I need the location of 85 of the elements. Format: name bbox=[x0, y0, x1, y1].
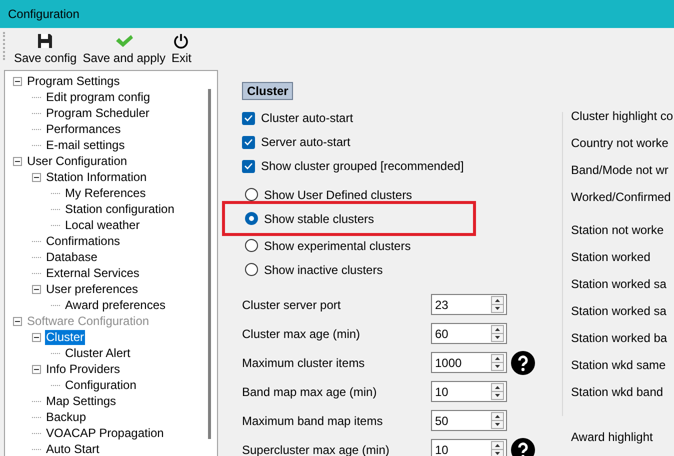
tree-item[interactable]: Auto Start bbox=[45, 442, 100, 456]
number-field[interactable]: 23 bbox=[431, 294, 507, 315]
number-field[interactable]: 10 bbox=[431, 381, 507, 402]
tree-item[interactable]: Backup bbox=[45, 410, 88, 424]
collapse-icon[interactable] bbox=[32, 284, 41, 294]
tree-item[interactable]: Award preferences bbox=[64, 298, 166, 312]
field-label: Cluster max age (min) bbox=[242, 326, 362, 340]
highlight-label: Worked/Confirmed bbox=[571, 190, 672, 204]
number-field[interactable]: 60 bbox=[431, 323, 507, 344]
spin-arrows-icon[interactable] bbox=[491, 325, 504, 342]
tree-item[interactable]: Configuration bbox=[64, 378, 138, 392]
help-icon[interactable] bbox=[511, 350, 535, 374]
highlight-label: Band/Mode not wr bbox=[571, 163, 670, 177]
field-label: Maximum cluster items bbox=[242, 356, 366, 370]
field-label: Maximum band map items bbox=[242, 414, 384, 428]
tree-item[interactable]: Station Information bbox=[45, 170, 148, 184]
spin-arrows-icon[interactable] bbox=[491, 412, 504, 429]
group-title: Cluster highlight co bbox=[571, 109, 674, 123]
tree-item[interactable]: Performances bbox=[45, 122, 122, 136]
radio-label: Show experimental clusters bbox=[264, 238, 411, 252]
radio-label: Show inactive clusters bbox=[264, 262, 383, 276]
spin-arrows-icon[interactable] bbox=[491, 383, 504, 400]
radio-button[interactable] bbox=[245, 263, 258, 276]
collapse-icon[interactable] bbox=[32, 332, 41, 342]
radio-button[interactable] bbox=[245, 188, 258, 201]
field-label: Supercluster max age (min) bbox=[242, 442, 390, 456]
tree-item[interactable]: E-mail settings bbox=[45, 138, 126, 152]
spin-arrows-icon[interactable] bbox=[491, 296, 504, 313]
highlight-label: Country not worke bbox=[571, 136, 670, 150]
scrollbar-thumb[interactable] bbox=[208, 89, 211, 439]
radio-button[interactable] bbox=[245, 239, 258, 252]
field-label: Cluster server port bbox=[242, 298, 342, 312]
number-field[interactable]: 50 bbox=[431, 410, 507, 431]
field-label: Band map max age (min) bbox=[242, 384, 378, 398]
tree-item[interactable]: Cluster Alert bbox=[64, 346, 132, 360]
tree-item[interactable]: Edit program config bbox=[45, 90, 152, 104]
tree-item[interactable]: User preferences bbox=[45, 282, 140, 296]
tree-item[interactable]: Cluster bbox=[45, 330, 86, 344]
collapse-icon[interactable] bbox=[32, 172, 41, 182]
group-title: Award highlight bbox=[570, 430, 654, 444]
highlight-label: Station worked bbox=[571, 250, 652, 264]
collapse-icon[interactable] bbox=[13, 316, 22, 326]
tree-item[interactable]: External Services bbox=[45, 266, 140, 280]
highlight-label: Station worked ba bbox=[571, 331, 668, 345]
tree-item[interactable]: Local weather bbox=[64, 218, 141, 232]
spin-arrows-icon[interactable] bbox=[491, 354, 504, 371]
checkbox[interactable] bbox=[242, 136, 255, 148]
tree-item[interactable]: Confirmations bbox=[45, 234, 122, 248]
number-field[interactable]: 1000 bbox=[431, 352, 507, 373]
highlight-label: Station not worke bbox=[571, 223, 665, 237]
section-title: Cluster bbox=[242, 82, 294, 100]
tree-item[interactable]: VOACAP Propagation bbox=[45, 426, 165, 440]
radio-label: Show User Defined clusters bbox=[264, 188, 412, 202]
checkbox-label: Server auto-start bbox=[261, 135, 350, 149]
radio-label: Show stable clusters bbox=[264, 212, 374, 226]
checkbox[interactable] bbox=[242, 160, 255, 172]
collapse-icon[interactable] bbox=[13, 156, 22, 166]
checkmark-icon bbox=[115, 32, 134, 50]
tree-item[interactable]: Station configuration bbox=[64, 202, 176, 216]
tree-item[interactable]: Program Settings bbox=[26, 74, 121, 88]
checkbox-label: Cluster auto-start bbox=[261, 111, 354, 125]
radio-button[interactable] bbox=[245, 212, 258, 225]
collapse-icon[interactable] bbox=[13, 76, 22, 86]
power-icon bbox=[173, 32, 190, 50]
floppy-icon bbox=[37, 32, 54, 50]
spin-arrows-icon[interactable] bbox=[491, 441, 504, 456]
window-title: Configuration bbox=[8, 7, 80, 21]
apply-button[interactable]: Save and apply bbox=[80, 32, 168, 65]
highlight-label: Station worked sa bbox=[571, 277, 668, 291]
exit-button[interactable]: Exit bbox=[168, 32, 194, 65]
number-field[interactable]: 10 bbox=[431, 439, 507, 456]
checkbox-label: Show cluster grouped [recommended] bbox=[261, 159, 464, 173]
tree-item[interactable]: Info Providers bbox=[45, 362, 122, 376]
tree-item[interactable]: My References bbox=[64, 186, 147, 200]
help-icon[interactable] bbox=[511, 438, 535, 456]
highlight-label: Station worked sa bbox=[571, 304, 668, 318]
tree-item[interactable]: Program Scheduler bbox=[45, 106, 150, 120]
highlight-label: Station wkd band bbox=[571, 385, 664, 399]
collapse-icon[interactable] bbox=[32, 364, 41, 374]
tree-item[interactable]: User Configuration bbox=[26, 154, 128, 168]
highlight-label: Station wkd same bbox=[571, 358, 667, 372]
checkbox[interactable] bbox=[242, 112, 255, 124]
tree-item[interactable]: Database bbox=[45, 250, 98, 264]
save-button[interactable]: Save config bbox=[11, 32, 80, 65]
tree-item[interactable]: Map Settings bbox=[45, 394, 118, 408]
